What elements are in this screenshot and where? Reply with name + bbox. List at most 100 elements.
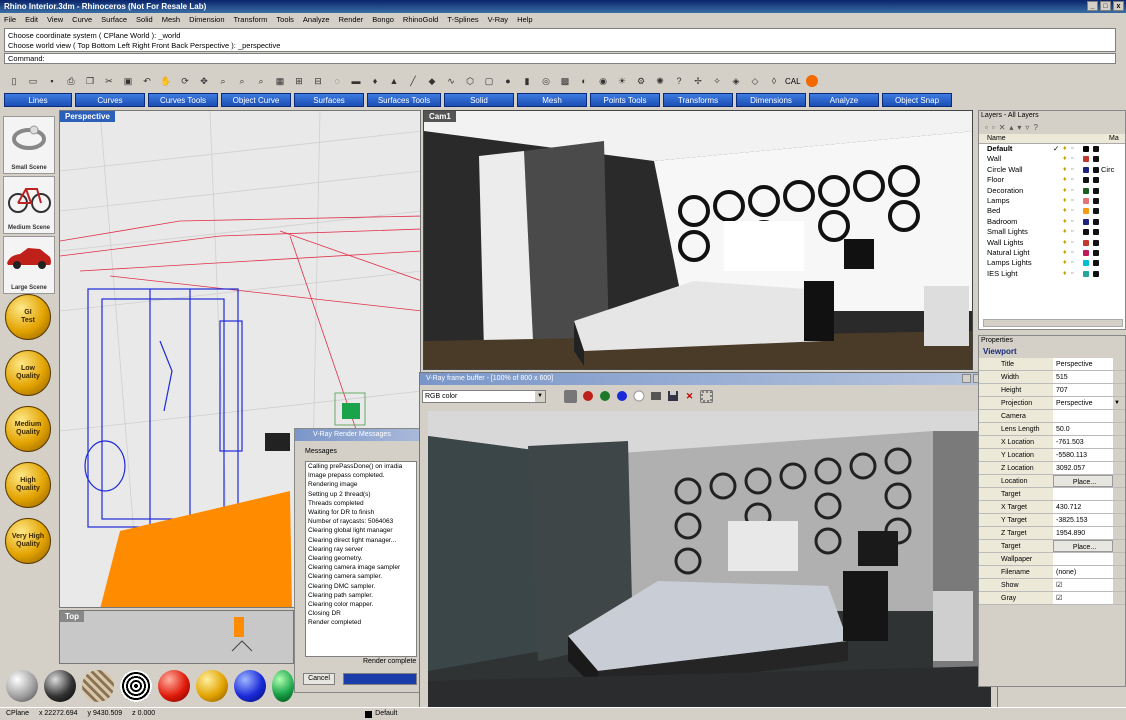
render-messages-titlebar[interactable]: V-Ray Render Messages xyxy=(295,429,419,441)
vray-options-icon[interactable]: ✺ xyxy=(652,73,668,89)
new-file-icon[interactable]: ▯ xyxy=(6,73,22,89)
pan-icon[interactable]: ✋ xyxy=(158,73,174,89)
green-channel-icon[interactable] xyxy=(598,390,611,403)
menu-item-transform[interactable]: Transform xyxy=(234,13,268,26)
light-bulb-icon[interactable]: ♦ xyxy=(1063,144,1071,154)
menu-item-mesh[interactable]: Mesh xyxy=(162,13,180,26)
four-view-icon[interactable]: ⊞ xyxy=(291,73,307,89)
menu-item-edit[interactable]: Edit xyxy=(25,13,38,26)
light-bulb-icon[interactable]: ◇ xyxy=(747,73,763,89)
light-bulb-icon[interactable]: ♦ xyxy=(1063,248,1071,258)
render-region-icon[interactable] xyxy=(700,389,713,403)
layer-material-swatch[interactable] xyxy=(1093,197,1099,204)
help-icon[interactable]: ? xyxy=(1033,123,1037,132)
top-viewport[interactable]: Top xyxy=(59,610,294,664)
layer-row[interactable]: IES Light ♦ ▫ xyxy=(979,269,1125,279)
material-pattern[interactable] xyxy=(82,670,114,702)
light-bulb-icon[interactable]: ♦ xyxy=(1063,258,1071,268)
property-value[interactable]: -761.503 xyxy=(1053,436,1113,448)
property-value[interactable]: 707 xyxy=(1053,384,1113,396)
layer-material-swatch[interactable] xyxy=(1093,177,1099,184)
light-bulb-icon[interactable]: ♦ xyxy=(1063,186,1071,196)
sphere-icon[interactable]: ● xyxy=(500,73,516,89)
current-layer-check[interactable] xyxy=(1053,186,1063,196)
property-value[interactable]: 50.0 xyxy=(1053,423,1113,435)
property-value[interactable]: -5580.113 xyxy=(1053,449,1113,461)
tab-dimensions[interactable]: Dimensions xyxy=(736,93,806,107)
hide-icon[interactable]: ▬ xyxy=(348,73,364,89)
light-bulb-icon[interactable]: ♦ xyxy=(1063,269,1071,279)
lock-icon[interactable]: ▫ xyxy=(1071,258,1081,268)
camera-viewport[interactable]: Cam1 xyxy=(423,110,973,370)
property-value[interactable]: 3092.057 xyxy=(1053,462,1113,474)
menu-item-t-splines[interactable]: T-Splines xyxy=(447,13,478,26)
tab-surfaces-tools[interactable]: Surfaces Tools xyxy=(367,93,441,107)
property-value[interactable]: ☑ xyxy=(1053,579,1113,591)
menu-item-dimension[interactable]: Dimension xyxy=(189,13,224,26)
current-layer-check[interactable] xyxy=(1053,269,1063,279)
menu-item-bongo[interactable]: Bongo xyxy=(372,13,394,26)
layer-material-swatch[interactable] xyxy=(1093,218,1099,225)
layer-row[interactable]: Bed ♦ ▫ xyxy=(979,206,1125,216)
light-bulb-icon[interactable]: ♦ xyxy=(1063,206,1071,216)
tab-points-tools[interactable]: Points Tools xyxy=(590,93,660,107)
delete-layer-icon[interactable]: ✕ xyxy=(999,123,1006,132)
layer-color-swatch[interactable] xyxy=(1083,208,1089,215)
material-green[interactable] xyxy=(272,670,294,702)
grid-icon[interactable]: ▦ xyxy=(272,73,288,89)
property-value[interactable]: 515 xyxy=(1053,371,1113,383)
minimize-button[interactable]: _ xyxy=(1087,1,1098,11)
layer-color-swatch[interactable] xyxy=(1083,229,1089,236)
calculator-button[interactable]: CAL xyxy=(785,77,801,86)
property-value[interactable]: Perspective xyxy=(1053,358,1113,370)
menu-item-file[interactable]: File xyxy=(4,13,16,26)
lock-icon[interactable]: ▫ xyxy=(1071,175,1081,185)
tab-solid[interactable]: Solid xyxy=(444,93,514,107)
current-layer-check[interactable] xyxy=(1053,154,1063,164)
property-value[interactable] xyxy=(1053,488,1113,500)
layer-icon[interactable]: ◈ xyxy=(728,73,744,89)
menu-item-rhinogold[interactable]: RhinoGold xyxy=(403,13,438,26)
status-layer[interactable]: Default xyxy=(365,708,397,720)
menu-item-analyze[interactable]: Analyze xyxy=(303,13,330,26)
orange-sphere-icon[interactable] xyxy=(804,73,820,89)
current-layer-check[interactable] xyxy=(1053,258,1063,268)
open-file-icon[interactable]: ▭ xyxy=(25,73,41,89)
layer-material-swatch[interactable] xyxy=(1093,229,1099,236)
save-channel-icon[interactable] xyxy=(564,389,577,403)
osnap-icon[interactable]: ✧ xyxy=(709,73,725,89)
close-button[interactable]: x xyxy=(1113,1,1124,11)
lock-icon[interactable]: ▫ xyxy=(1071,144,1081,154)
tab-object-curve[interactable]: Object Curve xyxy=(221,93,291,107)
property-value[interactable] xyxy=(1053,553,1113,565)
color-icon[interactable]: ◆ xyxy=(424,73,440,89)
zoom-window-icon[interactable]: ⌕ xyxy=(234,73,250,89)
layer-color-swatch[interactable] xyxy=(1083,218,1089,225)
layer-material-swatch[interactable] xyxy=(1093,156,1099,163)
lock-icon[interactable]: ▲ xyxy=(386,73,402,89)
environment-icon[interactable]: ☀ xyxy=(614,73,630,89)
menu-item-curve[interactable]: Curve xyxy=(72,13,92,26)
blue-channel-icon[interactable] xyxy=(615,390,628,403)
light-bulb-icon[interactable]: ♦ xyxy=(1063,175,1071,185)
perspective-label[interactable]: Perspective xyxy=(60,111,115,122)
tab-analyze[interactable]: Analyze xyxy=(809,93,879,107)
place-button[interactable]: Place... xyxy=(1053,540,1113,552)
layer-material-swatch[interactable] xyxy=(1093,249,1099,256)
layer-material-swatch[interactable] xyxy=(1093,146,1099,152)
layer-material-swatch[interactable] xyxy=(1093,239,1099,246)
copy-icon[interactable]: ❐ xyxy=(82,73,98,89)
layer-row[interactable]: Natural Light ♦ ▫ xyxy=(979,248,1125,258)
cursor-icon[interactable]: ◊ xyxy=(766,73,782,89)
menu-item-render[interactable]: Render xyxy=(339,13,364,26)
filter-icon[interactable]: ▿ xyxy=(1025,123,1029,132)
chevron-down-icon[interactable]: ▼ xyxy=(1113,397,1121,409)
light-bulb-icon[interactable]: ♦ xyxy=(1063,154,1071,164)
layer-row[interactable]: Small Lights ♦ ▫ xyxy=(979,227,1125,237)
layer-material-swatch[interactable] xyxy=(1093,166,1099,173)
menu-item-view[interactable]: View xyxy=(47,13,63,26)
lock-icon[interactable]: ▫ xyxy=(1071,186,1081,196)
torus-icon[interactable]: ◎ xyxy=(538,73,554,89)
layer-color-swatch[interactable] xyxy=(1083,239,1089,246)
print-icon[interactable]: ⎙ xyxy=(63,73,79,89)
